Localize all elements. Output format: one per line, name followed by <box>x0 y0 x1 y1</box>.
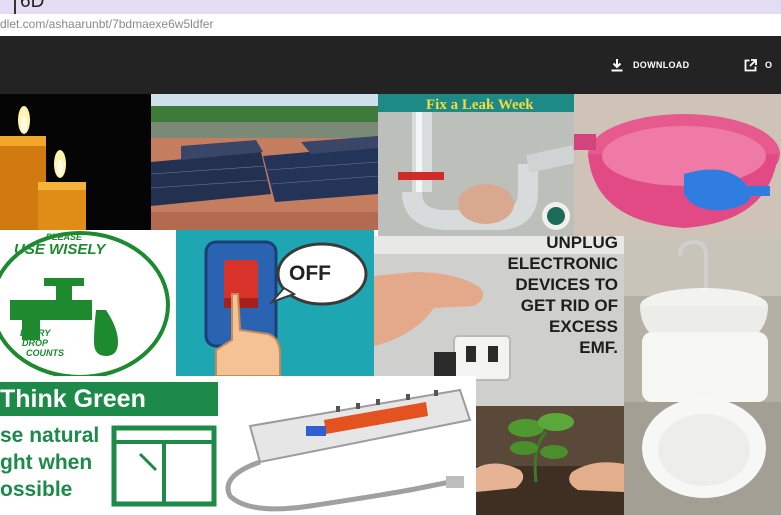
unplug-line: ELECTRONIC <box>507 254 619 273</box>
fix-a-leak-photo: Fix a Leak Week <box>378 94 574 236</box>
unplug-line: UNPLUG <box>546 236 618 252</box>
tap-sign-drop: DROP <box>22 338 49 348</box>
think-green-poster: Think Green se natural ght when ossible <box>0 376 220 515</box>
use-water-wisely-sign: PLEASE USE WISELY EVERY DROP COUNTS <box>0 230 176 376</box>
open-label: O <box>765 60 773 70</box>
think-green-line: ossible <box>0 478 73 501</box>
think-green-text: se natural ght when ossible <box>0 422 99 503</box>
off-label: OFF <box>289 262 331 285</box>
leak-banner-text: Fix a Leak Week <box>426 97 534 113</box>
unplug-line: EXCESS <box>549 317 618 336</box>
tap-sign-use-wisely: USE WISELY <box>14 241 106 258</box>
collage-image: Fix a Leak Week PLEASE USE WISELY EVERY … <box>0 94 781 515</box>
power-strip-photo <box>220 376 476 515</box>
toolbar: DOWNLOAD O <box>0 36 781 94</box>
download-icon <box>611 58 623 71</box>
solar-panels-photo <box>151 94 378 230</box>
download-button[interactable]: DOWNLOAD <box>611 36 689 94</box>
open-button[interactable]: O <box>744 36 772 94</box>
unplug-line: GET RID OF <box>520 296 618 315</box>
download-label: DOWNLOAD <box>633 60 690 70</box>
toilet-sink-photo <box>624 236 781 515</box>
switch-off-illustration: OFF <box>176 230 374 376</box>
title-strip: 6D <box>0 0 781 14</box>
candles-photo <box>0 94 151 230</box>
url-bar: dlet.com/ashaarunbt/7bdmaexe6w5ldfer <box>0 14 781 36</box>
unplug-line: DEVICES TO <box>515 275 618 294</box>
tap-sign-every: EVERY <box>20 328 51 338</box>
tap-sign-counts: COUNTS <box>26 348 64 358</box>
think-green-line: ght when <box>0 451 93 474</box>
unplug-text: UNPLUG ELECTRONIC DEVICES TO GET RID OF … <box>508 236 619 358</box>
planting-seedling-photo <box>476 406 624 515</box>
think-green-heading: Think Green <box>0 382 218 416</box>
title-divider <box>14 0 16 14</box>
unplug-line: EMF. <box>579 338 618 357</box>
pink-basin-photo <box>574 94 781 236</box>
window-icon <box>111 425 217 507</box>
think-green-line: se natural <box>0 424 100 447</box>
page-title-fragment: 6D <box>20 0 45 12</box>
external-link-icon <box>744 58 757 71</box>
url-text[interactable]: dlet.com/ashaarunbt/7bdmaexe6w5ldfer <box>0 17 213 31</box>
